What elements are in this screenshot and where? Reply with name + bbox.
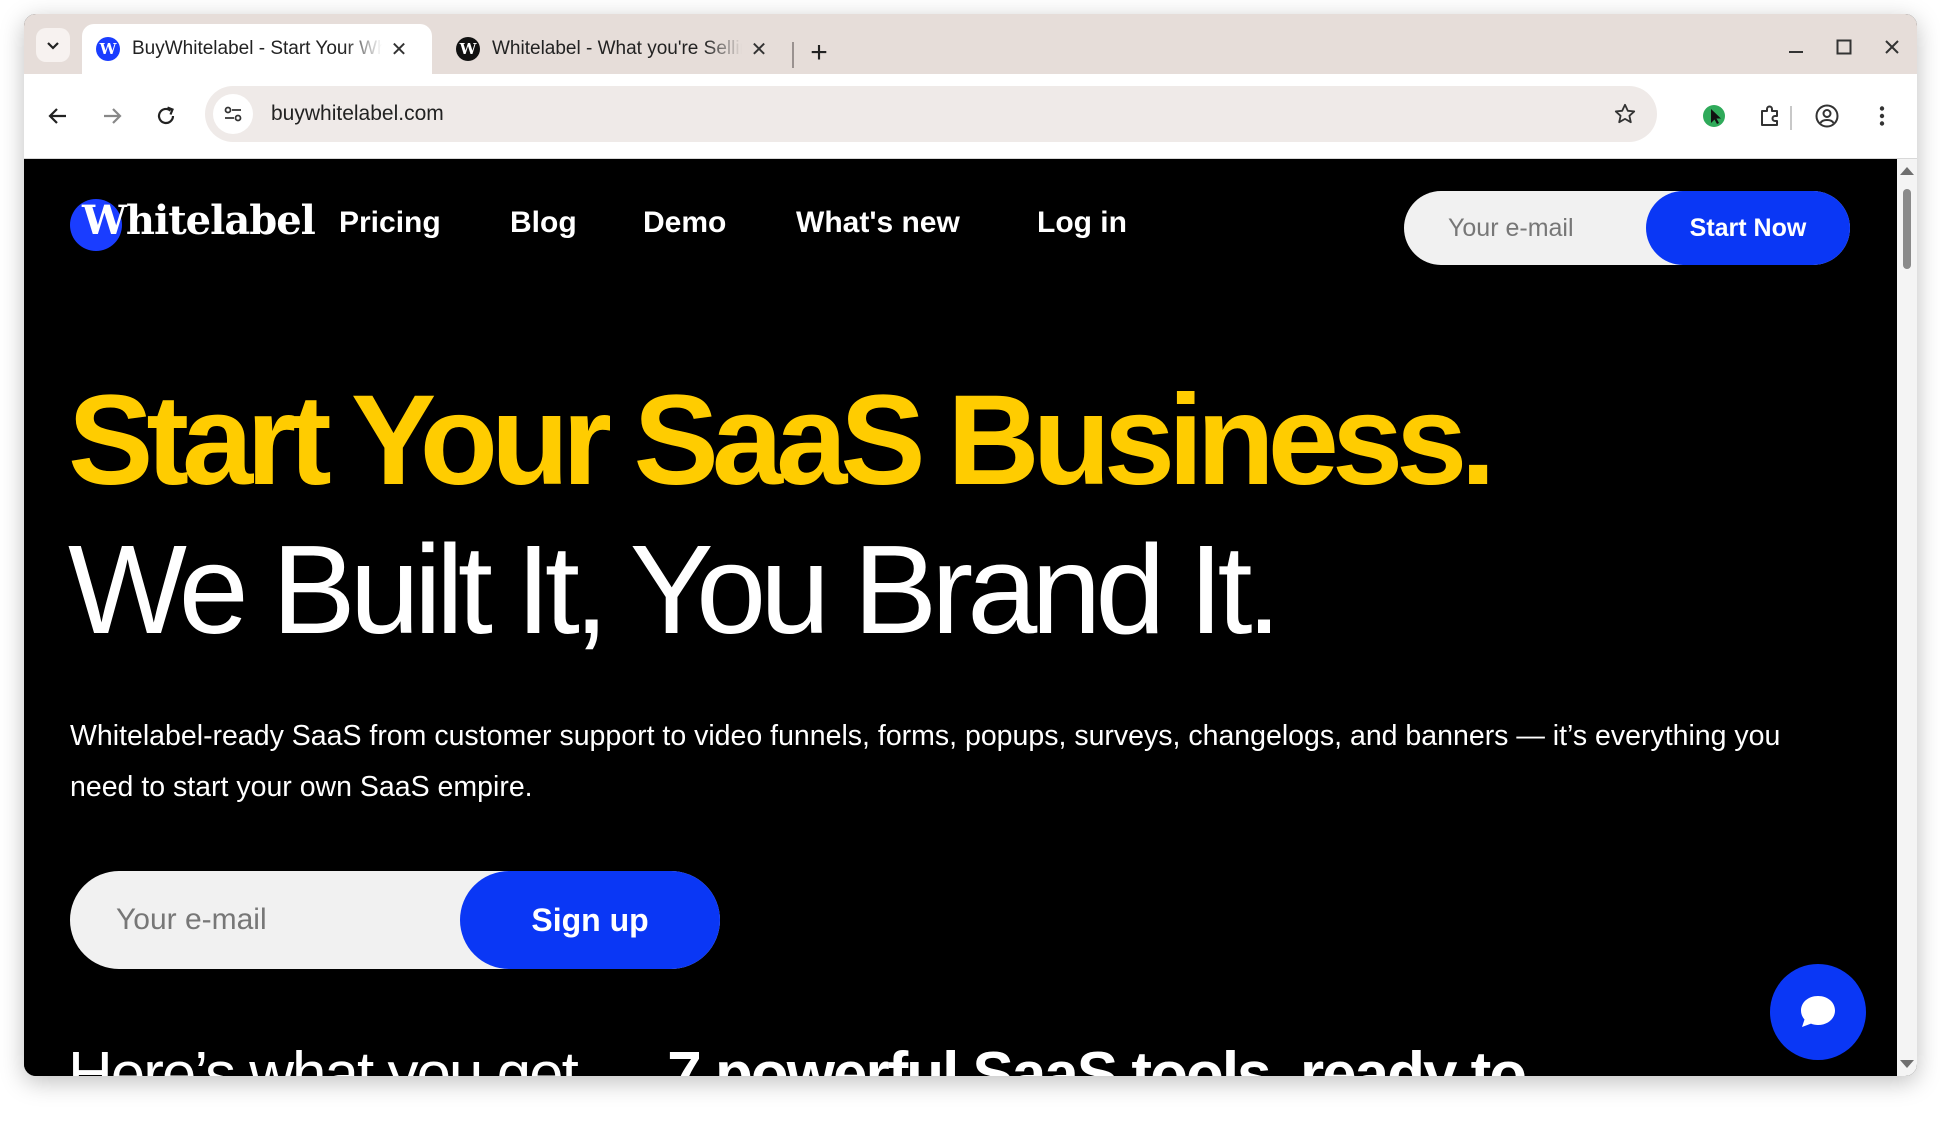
- teaser-lead: Here’s what you get —: [68, 1040, 668, 1076]
- tab-title: BuyWhitelabel - Start Your Whitelabel Sa…: [132, 38, 382, 59]
- minimize-icon: [1789, 51, 1803, 53]
- site-info-button[interactable]: [213, 94, 253, 134]
- minimize-button[interactable]: [1776, 32, 1816, 62]
- hero-email-input[interactable]: [70, 871, 460, 969]
- tab-search-button[interactable]: [36, 28, 70, 62]
- tab-bar: W BuyWhitelabel - Start Your Whitelabel …: [24, 14, 1917, 74]
- chat-bubble-icon: [1801, 996, 1835, 1027]
- hero-headline-primary: Start Your SaaS Business.: [68, 369, 1496, 512]
- tab-whitelabel-selling[interactable]: W Whitelabel - What you're Selling ✕: [442, 24, 792, 74]
- new-tab-button[interactable]: +: [802, 36, 836, 70]
- sign-up-button[interactable]: Sign up: [460, 871, 720, 969]
- menu-button[interactable]: [1862, 96, 1902, 136]
- close-icon[interactable]: ✕: [388, 38, 410, 61]
- forward-button[interactable]: [90, 94, 134, 138]
- wordpress-favicon-icon: W: [456, 37, 480, 61]
- extension-green-button[interactable]: [1694, 96, 1734, 136]
- page-scrollbar[interactable]: [1897, 159, 1917, 1076]
- tab-title: Whitelabel - What you're Selling: [492, 38, 742, 59]
- header-email-input[interactable]: [1404, 191, 1684, 265]
- reload-button[interactable]: [144, 94, 188, 138]
- profile-button[interactable]: [1807, 96, 1847, 136]
- close-icon: [1885, 40, 1899, 54]
- extension-avatar-icon: [1703, 105, 1725, 127]
- star-icon: [1614, 103, 1636, 124]
- hero-signup-form: Sign up: [70, 871, 720, 969]
- scroll-down-arrow-icon[interactable]: [1900, 1060, 1914, 1068]
- start-now-button[interactable]: Start Now: [1646, 191, 1850, 265]
- nav-blog[interactable]: Blog: [510, 206, 577, 240]
- nav-demo[interactable]: Demo: [643, 206, 726, 240]
- extensions-button[interactable]: [1750, 96, 1790, 136]
- hero-description: Whitelabel-ready SaaS from customer supp…: [70, 720, 1781, 803]
- bookmark-star-button[interactable]: [1609, 98, 1641, 130]
- chat-widget-button[interactable]: [1770, 964, 1866, 1060]
- maximize-icon: [1836, 39, 1852, 55]
- more-vertical-icon: [1879, 106, 1885, 126]
- header-signup-form: Start Now: [1404, 191, 1850, 265]
- reload-icon: [157, 106, 175, 125]
- arrow-right-icon: [104, 108, 122, 124]
- chevron-down-icon: [47, 42, 59, 50]
- whitelabel-favicon-icon: W: [96, 37, 120, 61]
- logo-text: Whitelabel: [82, 197, 316, 244]
- maximize-button[interactable]: [1824, 32, 1864, 62]
- toolbar-separator: [1790, 106, 1792, 130]
- arrow-left-icon: [48, 108, 66, 124]
- page-viewport: Whitelabel Pricing Blog Demo What's new …: [24, 159, 1897, 1076]
- url-text[interactable]: buywhitelabel.com: [271, 102, 444, 126]
- browser-toolbar: buywhitelabel.com: [24, 74, 1917, 159]
- hero-headline-secondary: We Built It, You Brand It.: [68, 519, 1281, 660]
- nav-pricing[interactable]: Pricing: [339, 206, 441, 240]
- account-circle-icon: [1815, 104, 1839, 128]
- puzzle-icon: [1761, 105, 1778, 126]
- nav-whats-new[interactable]: What's new: [796, 206, 960, 240]
- back-button[interactable]: [36, 94, 80, 138]
- tune-icon: [224, 106, 242, 122]
- tab-buywhitelabel[interactable]: W BuyWhitelabel - Start Your Whitelabel …: [82, 24, 432, 74]
- features-teaser-heading: Here’s what you get — 7 powerful SaaS to…: [68, 1039, 1527, 1076]
- scroll-up-arrow-icon[interactable]: [1900, 167, 1914, 175]
- close-window-button[interactable]: [1872, 32, 1912, 62]
- scrollbar-thumb[interactable]: [1903, 189, 1911, 269]
- nav-login[interactable]: Log in: [1037, 206, 1127, 240]
- address-bar[interactable]: buywhitelabel.com: [205, 86, 1657, 142]
- close-icon[interactable]: ✕: [748, 38, 770, 61]
- tab-separator: [792, 42, 794, 68]
- teaser-strong: 7 powerful SaaS tools, ready to: [667, 1040, 1527, 1076]
- browser-window: W BuyWhitelabel - Start Your Whitelabel …: [24, 14, 1917, 1076]
